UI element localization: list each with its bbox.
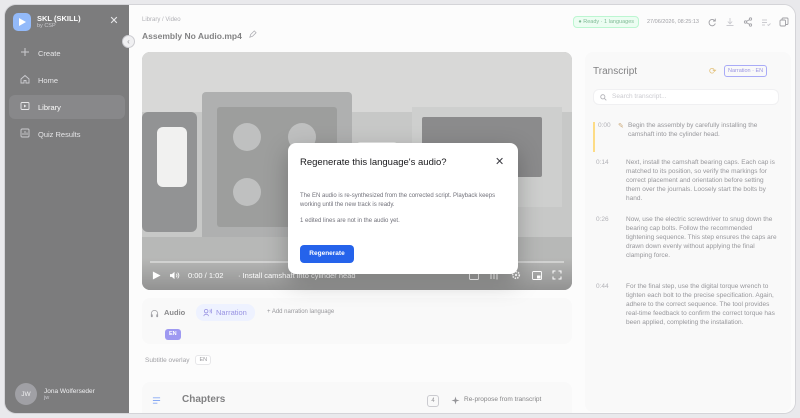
dialog-body: The EN audio is re-synthesized from the … bbox=[300, 193, 496, 209]
regenerate-audio-dialog: Regenerate this language's audio? ✕ The … bbox=[288, 143, 518, 274]
dialog-title: Regenerate this language's audio? bbox=[300, 157, 447, 168]
regenerate-button[interactable]: Regenerate bbox=[300, 245, 354, 263]
dialog-note: 1 edited lines are not in the audio yet. bbox=[300, 218, 400, 224]
app-window: SKL (SKILL) by CSP ✕ Create Home Library… bbox=[4, 4, 796, 414]
close-dialog-icon[interactable]: ✕ bbox=[495, 155, 504, 168]
